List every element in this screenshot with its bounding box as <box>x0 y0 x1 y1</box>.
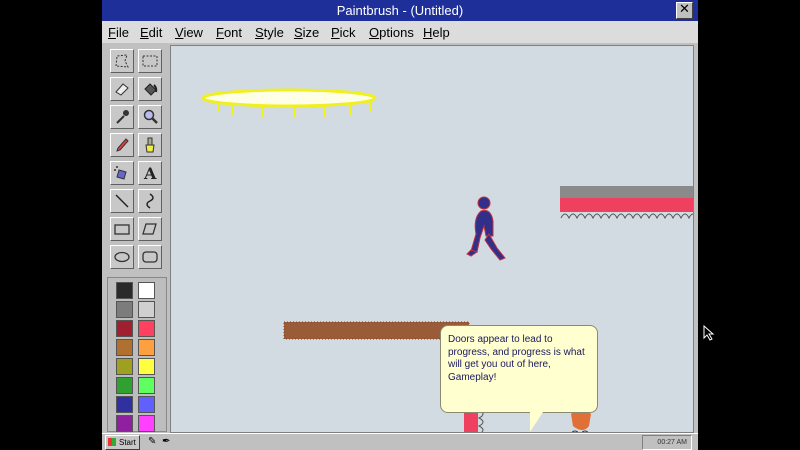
magnifier-icon <box>143 109 158 124</box>
brush-icon <box>145 137 155 153</box>
polygon-icon <box>142 223 157 235</box>
eraser-icon <box>115 83 129 96</box>
airbrush-icon <box>114 166 127 180</box>
menu-style[interactable]: Style <box>255 25 284 40</box>
palette-swatch[interactable] <box>116 282 133 299</box>
ellipse-icon <box>114 251 130 263</box>
tool-brush[interactable] <box>138 133 162 157</box>
speech-bubble-tail <box>530 412 543 432</box>
window-title: Paintbrush - (Untitled) <box>336 3 464 18</box>
paint-app-icon[interactable]: ✎ <box>148 436 156 447</box>
orange-character <box>571 410 591 432</box>
tool-curve[interactable] <box>138 189 162 213</box>
text-tool-icon: A <box>143 164 157 182</box>
line-icon <box>115 194 129 208</box>
system-clock: 00:27 AM <box>642 435 692 450</box>
tool-rect-select[interactable] <box>138 49 162 73</box>
rectangle-icon <box>114 224 130 235</box>
trampoline <box>201 88 377 118</box>
pen-app-icon[interactable]: ✒ <box>162 436 170 447</box>
palette-swatch[interactable] <box>116 358 133 375</box>
fill-bucket-icon <box>144 83 158 96</box>
menu-edit[interactable]: Edit <box>140 25 162 40</box>
tool-free-select[interactable] <box>110 49 134 73</box>
taskbar: Start ✎ ✒ 00:27 AM <box>102 433 698 450</box>
rect-select-icon <box>142 55 158 67</box>
menu-size[interactable]: Size <box>294 25 319 40</box>
mouse-cursor-icon <box>703 325 715 341</box>
text-tool-letter: A <box>143 164 157 182</box>
eyedropper-icon <box>116 110 129 124</box>
tool-text[interactable]: A <box>138 161 162 185</box>
free-select-icon <box>115 54 129 68</box>
menu-pick[interactable]: Pick <box>331 25 356 40</box>
tool-rectangle[interactable] <box>110 217 134 241</box>
palette-swatch[interactable] <box>138 358 155 375</box>
speech-text: Doors appear to lead to progress, and pr… <box>448 334 585 383</box>
menu-help[interactable]: Help <box>423 25 450 40</box>
palette-swatch[interactable] <box>138 320 155 337</box>
tool-eyedropper[interactable] <box>110 105 134 129</box>
palette-swatch[interactable] <box>116 377 133 394</box>
paintbrush-window: Paintbrush - (Untitled) ✕ File Edit View… <box>102 0 698 450</box>
palette-swatch[interactable] <box>138 396 155 413</box>
palette-swatch[interactable] <box>116 415 133 432</box>
palette-swatch[interactable] <box>116 396 133 413</box>
pencil-icon <box>116 138 129 152</box>
tool-rounded-rect[interactable] <box>138 245 162 269</box>
palette-swatch[interactable] <box>138 301 155 318</box>
palette-swatch[interactable] <box>116 301 133 318</box>
color-palette <box>107 277 167 432</box>
start-button[interactable]: Start <box>105 435 140 450</box>
rounded-rect-icon <box>142 251 158 263</box>
close-button[interactable]: ✕ <box>676 2 693 19</box>
palette-swatch[interactable] <box>138 415 155 432</box>
menu-file[interactable]: File <box>108 25 129 40</box>
drawing-canvas[interactable] <box>170 45 694 433</box>
title-bar: Paintbrush - (Untitled) ✕ <box>102 0 698 21</box>
tool-line[interactable] <box>110 189 134 213</box>
tool-airbrush[interactable] <box>110 161 134 185</box>
red-platform <box>560 186 693 220</box>
menu-bar: File Edit View Font Style Size Pick Opti… <box>102 21 698 43</box>
menu-font[interactable]: Font <box>216 25 242 40</box>
tool-magnifier[interactable] <box>138 105 162 129</box>
menu-options[interactable]: Options <box>369 25 414 40</box>
palette-swatch[interactable] <box>138 282 155 299</box>
tool-polygon[interactable] <box>138 217 162 241</box>
game-scene <box>201 88 693 432</box>
tool-fill[interactable] <box>138 77 162 101</box>
palette-swatch[interactable] <box>138 377 155 394</box>
tool-pencil[interactable] <box>110 133 134 157</box>
toolbox: A <box>107 45 167 271</box>
palette-swatch[interactable] <box>116 320 133 337</box>
player-character <box>466 196 506 261</box>
tool-ellipse[interactable] <box>110 245 134 269</box>
speech-bubble: Doors appear to lead to progress, and pr… <box>440 325 598 413</box>
palette-swatch[interactable] <box>116 339 133 356</box>
curve-icon <box>146 193 154 209</box>
palette-swatch[interactable] <box>138 339 155 356</box>
menu-view[interactable]: View <box>175 25 203 40</box>
tool-eraser[interactable] <box>110 77 134 101</box>
